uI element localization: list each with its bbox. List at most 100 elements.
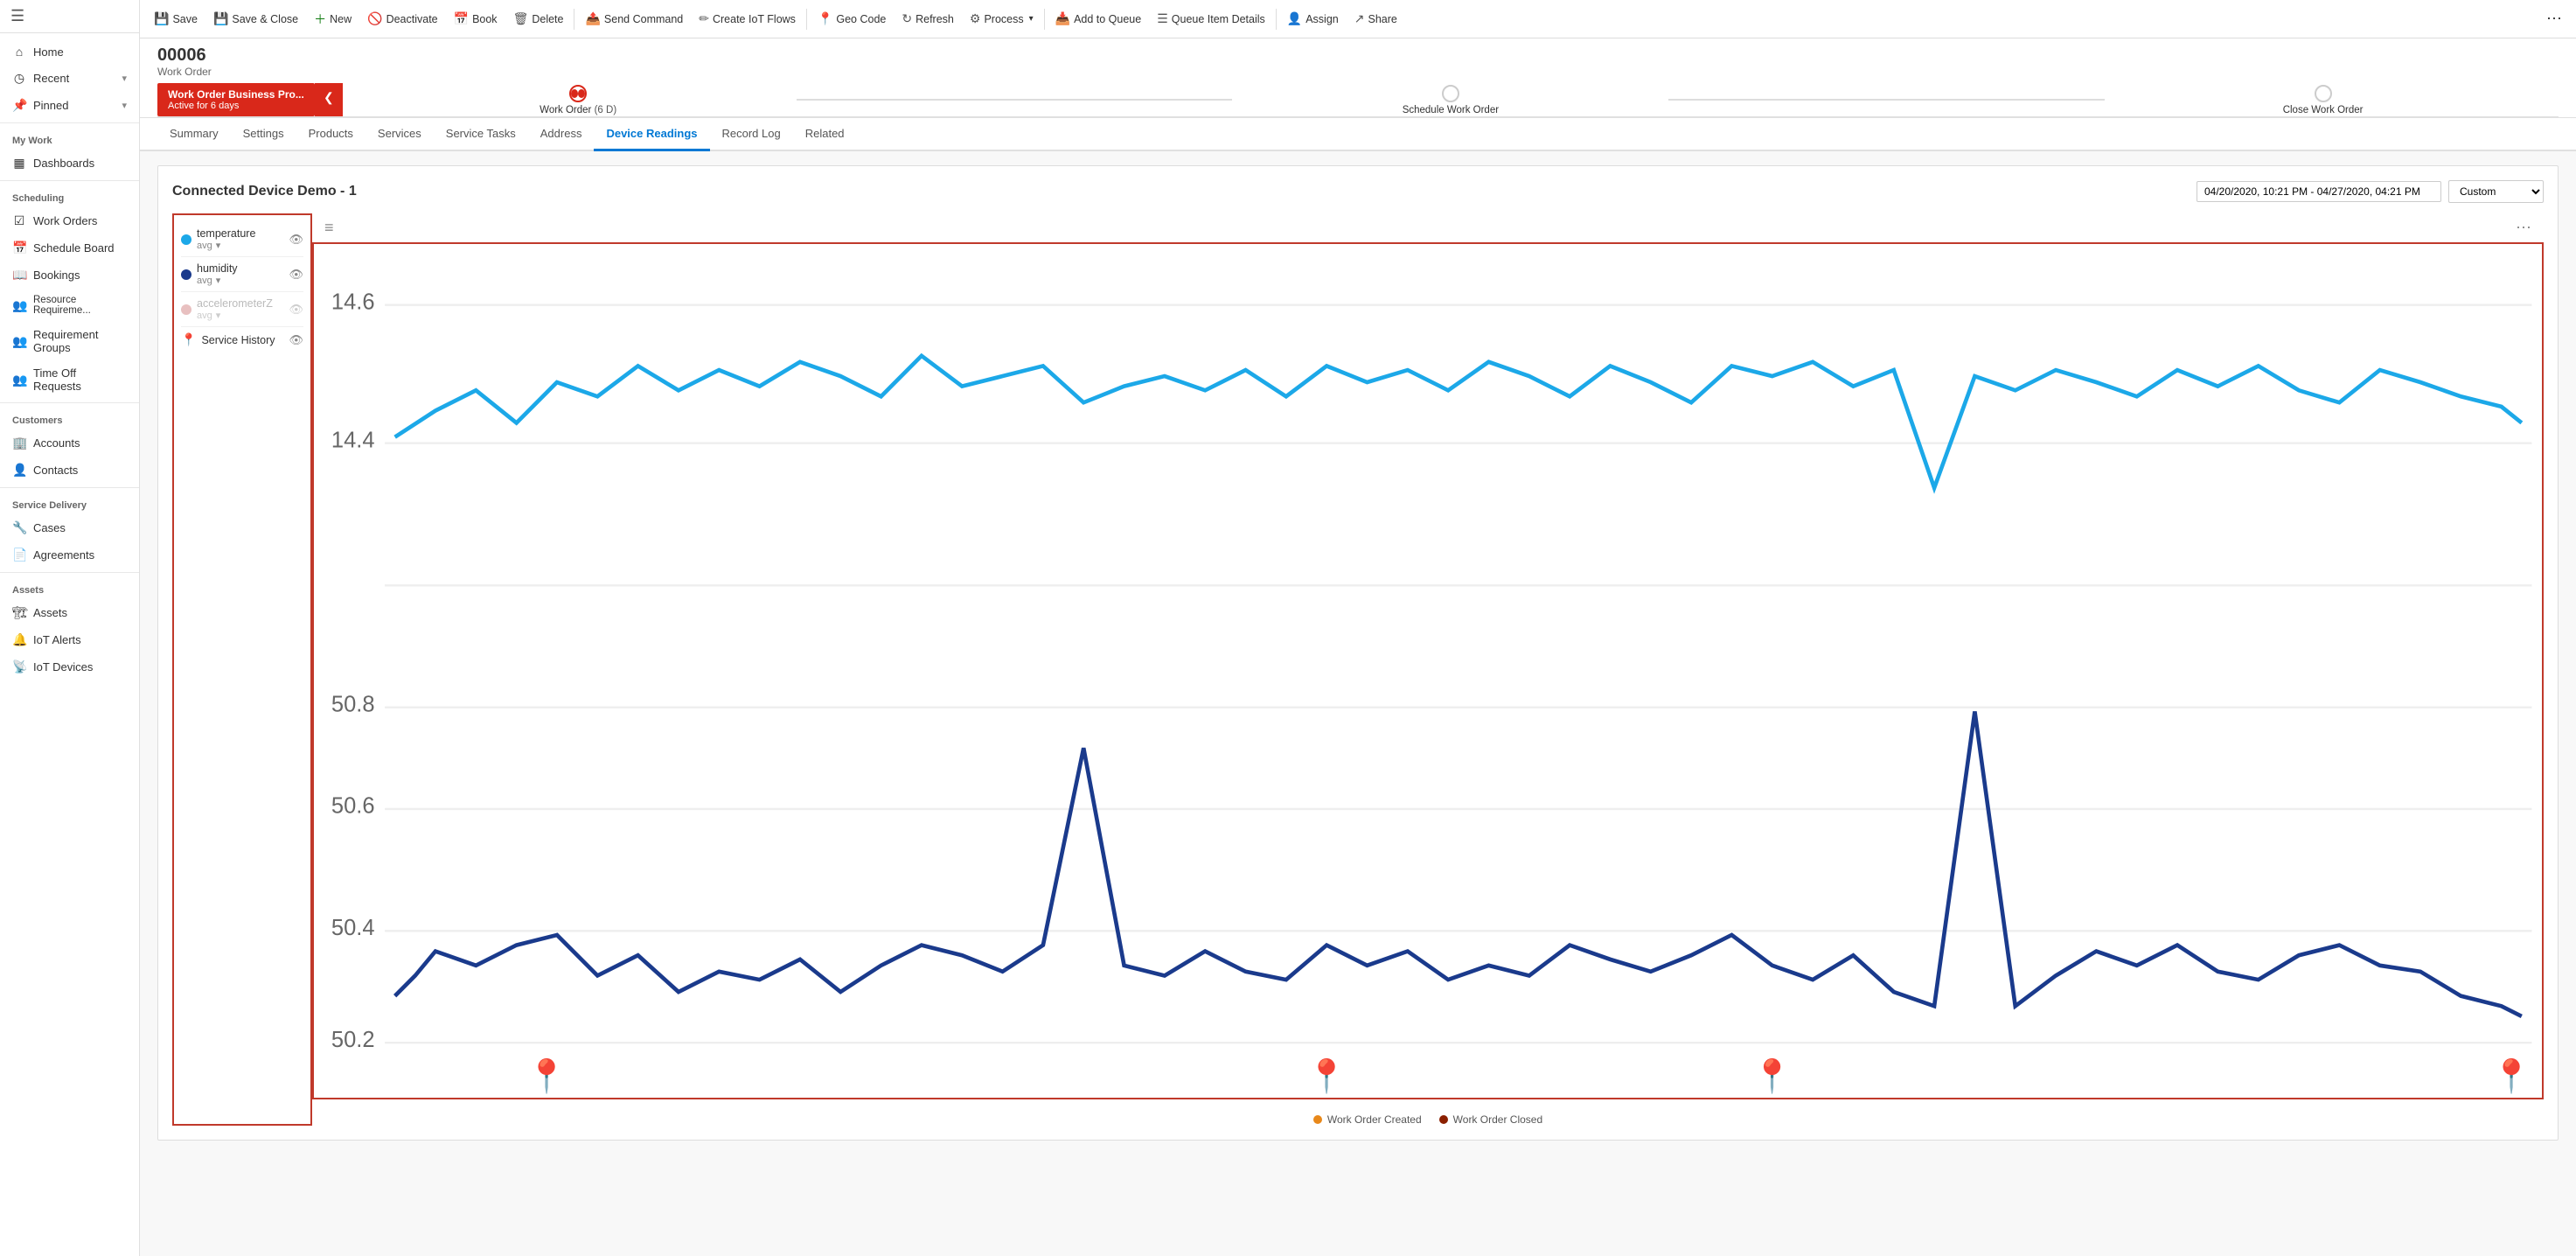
bpf-line (797, 99, 1233, 101)
chevron-down-icon[interactable]: ▾ (216, 240, 221, 251)
sidebar-item-iot-devices[interactable]: 📡 IoT Devices (0, 653, 139, 680)
new-button[interactable]: ＋ New (307, 3, 359, 35)
sidebar-item-label: IoT Alerts (33, 633, 127, 646)
temperature-line (395, 356, 2522, 488)
sidebar-item-label: Dashboards (33, 157, 127, 170)
sidebar-item-time-off[interactable]: 👥 Time Off Requests (0, 360, 139, 399)
tab-settings[interactable]: Settings (231, 118, 296, 151)
sidebar-item-work-orders[interactable]: ☑ Work Orders (0, 207, 139, 234)
sidebar-section-mywork: My Work (0, 127, 139, 150)
range-select[interactable]: Custom Last 7 Days Last 30 Days (2448, 180, 2544, 203)
save-close-button[interactable]: 💾 Save & Close (206, 3, 305, 35)
sidebar-item-pinned[interactable]: 📌 Pinned ▾ (0, 92, 139, 119)
chevron-down-icon: ▾ (122, 100, 127, 111)
tab-summary[interactable]: Summary (157, 118, 231, 151)
process-button[interactable]: ⚙ Process ▾ (963, 3, 1041, 35)
date-range-input[interactable] (2197, 181, 2441, 202)
sidebar-item-label: Schedule Board (33, 241, 127, 255)
service-history-pin-icon: 📍 (181, 332, 196, 347)
bpf-step-schedule[interactable]: Schedule Work Order (1232, 85, 1668, 115)
sidebar-section-scheduling: Scheduling (0, 185, 139, 207)
delete-button[interactable]: 🗑 Delete (506, 3, 571, 35)
add-to-queue-button[interactable]: 📥 Add to Queue (1048, 3, 1149, 35)
eye-icon-accelz[interactable]: 👁 (289, 303, 303, 317)
chart-svg-container: 14.6 14.4 50.8 50.6 50.4 50.2 (312, 242, 2544, 1099)
new-label: New (330, 13, 352, 25)
bpf-step-work-order[interactable]: Work Order (6 D) (360, 85, 797, 115)
humidity-dot (181, 269, 191, 280)
assign-button[interactable]: 👤 Assign (1280, 3, 1346, 35)
bpf-active-label: Work Order Business Pro... (168, 88, 304, 101)
tab-device-readings[interactable]: Device Readings (594, 118, 709, 151)
legend-sub: avg ▾ (197, 310, 283, 321)
tab-record-log[interactable]: Record Log (710, 118, 793, 151)
tab-address[interactable]: Address (528, 118, 595, 151)
chart-title: Connected Device Demo - 1 (172, 184, 357, 199)
sidebar-item-label: Cases (33, 521, 127, 534)
send-command-button[interactable]: 📤 Send Command (578, 3, 690, 35)
save-close-label: Save & Close (232, 13, 298, 25)
legend-item-service-history: 📍 Service History 👁 (181, 327, 303, 352)
tab-service-tasks[interactable]: Service Tasks (434, 118, 528, 151)
chevron-down-icon[interactable]: ▾ (216, 275, 221, 286)
create-iot-flows-label: Create IoT Flows (713, 13, 796, 25)
sidebar-item-resource-req[interactable]: 👥 Resource Requireme... (0, 289, 139, 322)
eye-icon-temperature[interactable]: 👁 (289, 233, 303, 247)
chevron-down-icon: ▾ (122, 73, 127, 84)
toolbar-more-button[interactable]: ⋯ (2539, 6, 2569, 31)
tab-related[interactable]: Related (793, 118, 857, 151)
queue-item-details-button[interactable]: ☰ Queue Item Details (1150, 3, 1272, 35)
sidebar-item-dashboards[interactable]: ▦ Dashboards (0, 150, 139, 177)
work-order-created-dot (1313, 1115, 1322, 1124)
deactivate-button[interactable]: 🚫 Deactivate (360, 3, 445, 35)
sidebar-item-label: Accounts (33, 436, 127, 450)
bpf-collapse-button[interactable]: ❮ (315, 83, 343, 116)
assign-icon: 👤 (1287, 11, 1302, 26)
chart-legend: temperature avg ▾ 👁 humidity avg ▾ 👁 (172, 213, 312, 1126)
share-button[interactable]: ↗ Share (1347, 3, 1404, 35)
sidebar-section-service-delivery: Service Delivery (0, 492, 139, 514)
sidebar-item-assets[interactable]: 🏗 Assets (0, 599, 139, 626)
sidebar-item-req-groups[interactable]: 👥 Requirement Groups (0, 322, 139, 360)
add-to-queue-icon: 📥 (1055, 11, 1070, 26)
temperature-dot (181, 234, 191, 245)
chart-body: temperature avg ▾ 👁 humidity avg ▾ 👁 (172, 213, 2544, 1126)
sidebar-item-iot-alerts[interactable]: 🔔 IoT Alerts (0, 626, 139, 653)
chevron-down-icon[interactable]: ▾ (216, 310, 221, 321)
legend-item-accelerometerz: accelerometerZ avg ▾ 👁 (181, 292, 303, 327)
book-icon: 📅 (454, 11, 469, 26)
eye-icon-humidity[interactable]: 👁 (289, 268, 303, 282)
book-button[interactable]: 📅 Book (447, 3, 505, 35)
chart-more-button[interactable]: ⋯ (2509, 215, 2538, 241)
sidebar-item-recent[interactable]: ◷ Recent ▾ (0, 65, 139, 92)
bpf-step-label: Close Work Order (2283, 105, 2364, 115)
tab-products[interactable]: Products (296, 118, 366, 151)
y-label: 14.6 (331, 290, 375, 314)
sidebar-item-bookings[interactable]: 📖 Bookings (0, 262, 139, 289)
sidebar-item-cases[interactable]: 🔧 Cases (0, 514, 139, 541)
iot-alerts-icon: 🔔 (12, 632, 26, 647)
sidebar-item-schedule-board[interactable]: 📅 Schedule Board (0, 234, 139, 262)
hamburger-icon[interactable]: ☰ (10, 7, 24, 24)
sidebar-item-accounts[interactable]: 🏢 Accounts (0, 429, 139, 457)
sidebar-item-contacts[interactable]: 👤 Contacts (0, 457, 139, 484)
sidebar-item-home[interactable]: ⌂ Home (0, 38, 139, 65)
footer-closed-label: Work Order Closed (1453, 1113, 1542, 1126)
refresh-label: Refresh (916, 13, 954, 25)
bpf-step-close[interactable]: Close Work Order (2105, 85, 2541, 115)
create-iot-flows-button[interactable]: ✏ Create IoT Flows (692, 3, 803, 35)
save-label: Save (172, 13, 198, 25)
main-area: 💾 Save 💾 Save & Close ＋ New 🚫 Deactivate… (140, 0, 2576, 1256)
refresh-button[interactable]: ↻ Refresh (895, 3, 961, 35)
work-order-closed-dot (1439, 1115, 1448, 1124)
tab-services[interactable]: Services (366, 118, 434, 151)
save-button[interactable]: 💾 Save (147, 3, 205, 35)
y-label: 14.4 (331, 428, 375, 452)
geo-code-button[interactable]: 📍 Geo Code (811, 3, 893, 35)
layers-icon[interactable]: ≡ (317, 215, 341, 241)
eye-icon-service-history[interactable]: 👁 (289, 333, 303, 347)
footer-item-closed: Work Order Closed (1439, 1113, 1542, 1126)
bpf-active-stage[interactable]: Work Order Business Pro... Active for 6 … (157, 83, 315, 116)
chart-footer: Work Order Created Work Order Closed (312, 1106, 2544, 1126)
sidebar-item-agreements[interactable]: 📄 Agreements (0, 541, 139, 569)
